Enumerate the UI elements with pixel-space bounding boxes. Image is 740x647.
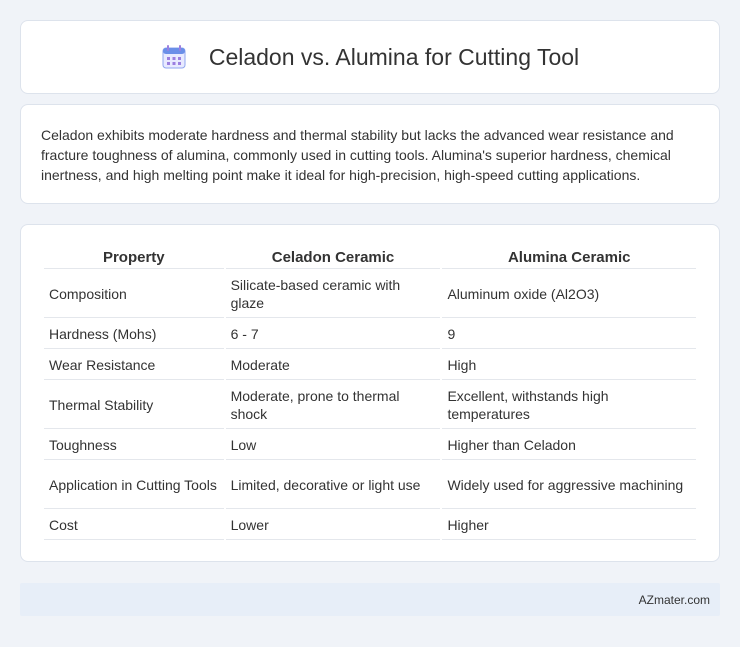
table-row: Composition Silicate-based ceramic with … — [44, 271, 696, 318]
table-cell: Silicate-based ceramic with glaze — [225, 271, 441, 318]
table-row: Hardness (Mohs) 6 - 7 9 — [44, 320, 696, 349]
footer: AZmater.com — [20, 583, 720, 616]
table-cell: Wear Resistance — [44, 351, 224, 380]
table-cell: Toughness — [44, 431, 224, 460]
table-row: Wear Resistance Moderate High — [44, 351, 696, 380]
table-row: Thermal Stability Moderate, prone to the… — [44, 382, 696, 429]
footer-site-link[interactable]: AZmater.com — [639, 593, 710, 607]
table-cell: Excellent, withstands high temperatures — [442, 382, 696, 429]
table-header-row: Property Celadon Ceramic Alumina Ceramic — [44, 247, 696, 269]
table-cell: Higher than Celadon — [442, 431, 696, 460]
table-cell: Higher — [442, 511, 696, 540]
table-cell: 9 — [442, 320, 696, 349]
column-header-property: Property — [44, 247, 224, 269]
page-title: Celadon vs. Alumina for Cutting Tool — [208, 43, 580, 70]
table-row: Application in Cutting Tools Limited, de… — [44, 462, 696, 509]
table-cell: Composition — [44, 271, 224, 318]
table-cell: Lower — [225, 511, 441, 540]
table-cell: Limited, decorative or light use — [225, 462, 441, 509]
description-text: Celadon exhibits moderate hardness and t… — [41, 127, 674, 183]
table-cell: Application in Cutting Tools — [44, 462, 224, 509]
calendar-icon — [162, 45, 186, 69]
table-cell: Hardness (Mohs) — [44, 320, 224, 349]
table-row: Toughness Low Higher than Celadon — [44, 431, 696, 460]
table-cell: Widely used for aggressive machining — [442, 462, 696, 509]
table-row: Cost Lower Higher — [44, 511, 696, 540]
comparison-table: Property Celadon Ceramic Alumina Ceramic… — [42, 245, 698, 542]
column-header-alumina: Alumina Ceramic — [442, 247, 696, 269]
comparison-table-card: Property Celadon Ceramic Alumina Ceramic… — [20, 224, 720, 562]
table-cell: Moderate, prone to thermal shock — [225, 382, 441, 429]
description-card: Celadon exhibits moderate hardness and t… — [20, 104, 720, 204]
table-cell: High — [442, 351, 696, 380]
table-cell: Moderate — [225, 351, 441, 380]
table-cell: Low — [225, 431, 441, 460]
table-cell: 6 - 7 — [225, 320, 441, 349]
title-card: Celadon vs. Alumina for Cutting Tool — [20, 20, 720, 94]
table-cell: Thermal Stability — [44, 382, 224, 429]
table-cell: Cost — [44, 511, 224, 540]
table-cell: Aluminum oxide (Al2O3) — [442, 271, 696, 318]
column-header-celadon: Celadon Ceramic — [225, 247, 441, 269]
